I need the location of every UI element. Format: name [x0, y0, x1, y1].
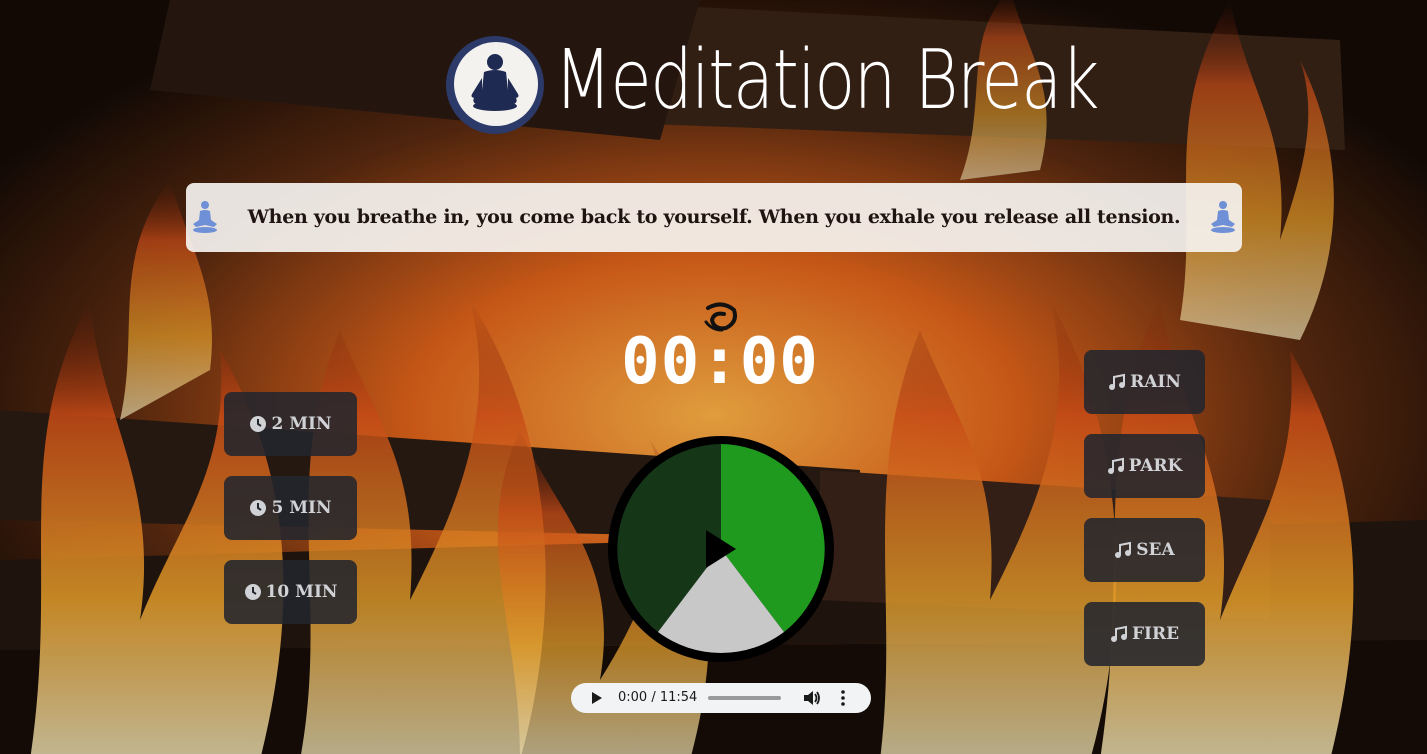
meditation-icon	[193, 201, 217, 233]
meditation-icon	[1211, 201, 1235, 233]
audio-time: 0:00 / 11:54	[618, 690, 698, 705]
audio-player: 0:00 / 11:54	[571, 683, 871, 713]
breathing-wheel[interactable]	[606, 434, 836, 664]
duration-label: 2 MIN	[271, 414, 332, 434]
sound-rain-button[interactable]: RAIN	[1084, 350, 1205, 414]
duration-label: 10 MIN	[265, 582, 338, 602]
audio-progress-bar[interactable]	[708, 696, 781, 700]
sound-park-button[interactable]: PARK	[1084, 434, 1205, 498]
clock-icon	[244, 584, 261, 600]
clock-icon	[250, 416, 267, 432]
audio-play-icon[interactable]	[591, 691, 603, 705]
duration-label: 5 MIN	[271, 498, 332, 518]
app-title: Meditation Break	[554, 33, 1100, 128]
music-note-icon	[1115, 541, 1132, 558]
clock-icon	[250, 500, 267, 516]
more-options-icon[interactable]	[840, 690, 846, 706]
meditation-emblem-icon	[446, 36, 544, 134]
quote-text: When you breathe in, you come back to yo…	[247, 206, 1181, 228]
countdown-timer: 00:00	[621, 325, 819, 399]
duration-5-min-button[interactable]: 5 MIN	[224, 476, 357, 540]
duration-2-min-button[interactable]: 2 MIN	[224, 392, 357, 456]
sound-fire-button[interactable]: FIRE	[1084, 602, 1205, 666]
quote-banner: When you breathe in, you come back to yo…	[186, 183, 1242, 252]
music-note-icon	[1107, 457, 1124, 474]
music-note-icon	[1109, 373, 1126, 390]
sound-label: SEA	[1136, 540, 1175, 560]
duration-10-min-button[interactable]: 10 MIN	[224, 560, 357, 624]
volume-icon[interactable]	[803, 690, 821, 706]
sound-sea-button[interactable]: SEA	[1084, 518, 1205, 582]
sound-label: FIRE	[1131, 624, 1180, 644]
music-note-icon	[1110, 625, 1127, 642]
sound-label: RAIN	[1130, 372, 1181, 392]
app-logo: Meditation Break	[446, 33, 1100, 134]
sound-label: PARK	[1128, 456, 1183, 476]
